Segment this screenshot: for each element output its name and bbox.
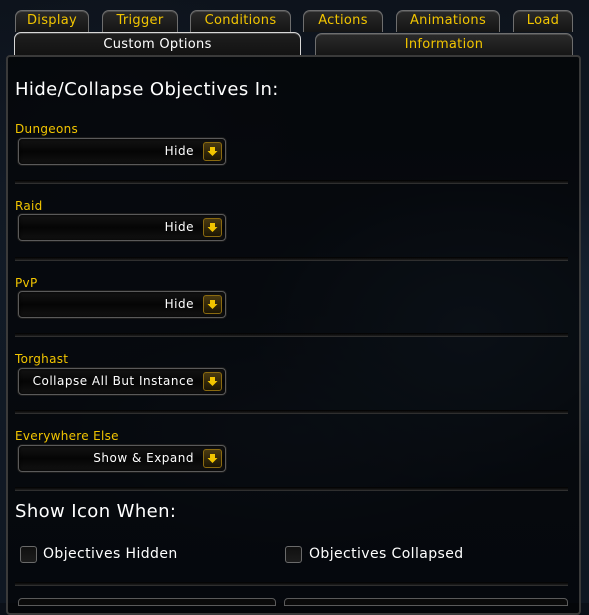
pvp-dropdown-value: Hide: [164, 297, 194, 311]
objectives-hidden-checkbox[interactable]: [20, 546, 37, 563]
pvp-dropdown[interactable]: Hide: [18, 291, 226, 318]
tab-display[interactable]: Display: [15, 10, 89, 32]
arrow-down-icon[interactable]: [203, 218, 222, 237]
dungeons-label: Dungeons: [15, 122, 79, 136]
torghast-label: Torghast: [15, 352, 69, 366]
tab-actions[interactable]: Actions: [303, 10, 383, 32]
raid-dropdown[interactable]: Hide: [18, 214, 226, 241]
tab-information[interactable]: Information: [315, 33, 573, 56]
divider: [15, 257, 568, 261]
section-heading-show-icon: Show Icon When:: [15, 501, 177, 522]
tab-trigger[interactable]: Trigger: [102, 10, 178, 32]
divider: [15, 487, 568, 491]
everywhere-else-label: Everywhere Else: [15, 429, 119, 443]
dungeons-dropdown[interactable]: Hide: [18, 138, 226, 165]
partial-control[interactable]: [284, 598, 568, 606]
dungeons-dropdown-value: Hide: [164, 144, 194, 158]
tab-custom-options[interactable]: Custom Options: [14, 32, 301, 56]
divider: [15, 180, 568, 184]
divider: [15, 410, 568, 414]
objectives-collapsed-label[interactable]: Objectives Collapsed: [309, 546, 464, 562]
divider: [15, 333, 568, 337]
pvp-label: PvP: [15, 276, 38, 290]
arrow-down-icon[interactable]: [203, 372, 222, 391]
torghast-dropdown[interactable]: Collapse All But Instance: [18, 368, 226, 395]
raid-label: Raid: [15, 199, 43, 213]
arrow-down-icon[interactable]: [203, 142, 222, 161]
raid-dropdown-value: Hide: [164, 220, 194, 234]
partial-control[interactable]: [18, 598, 276, 606]
tab-load[interactable]: Load: [513, 10, 573, 32]
arrow-down-icon[interactable]: [203, 449, 222, 468]
objectives-collapsed-checkbox[interactable]: [285, 546, 302, 563]
arrow-down-icon[interactable]: [203, 295, 222, 314]
tab-conditions[interactable]: Conditions: [190, 10, 291, 32]
everywhere-else-dropdown[interactable]: Show & Expand: [18, 445, 226, 472]
everywhere-else-dropdown-value: Show & Expand: [93, 451, 194, 465]
objectives-hidden-label[interactable]: Objectives Hidden: [43, 546, 178, 562]
tab-animations[interactable]: Animations: [396, 10, 500, 32]
section-heading-hide-collapse: Hide/Collapse Objectives In:: [15, 79, 279, 100]
torghast-dropdown-value: Collapse All But Instance: [32, 374, 194, 388]
divider: [15, 582, 568, 586]
